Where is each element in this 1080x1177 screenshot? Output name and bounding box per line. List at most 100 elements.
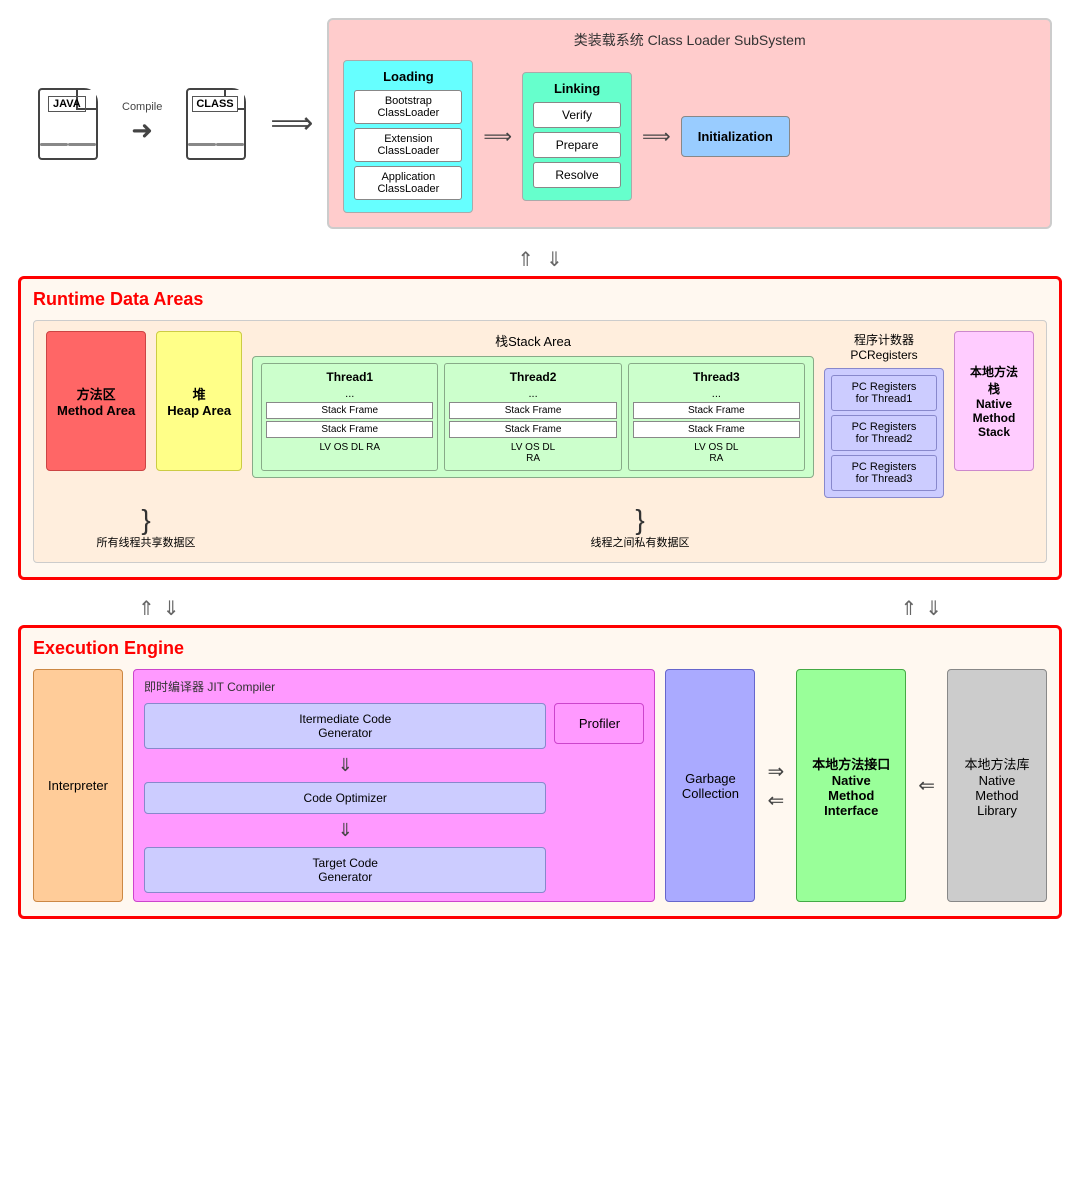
thread2-name: Thread2	[449, 370, 616, 384]
cdot2	[216, 143, 244, 146]
class-loader-title: 类装载系统 Class Loader SubSystem	[343, 30, 1036, 50]
top-section: JAVA Compile ➜ CLASS	[18, 18, 1062, 229]
native-method-stack-box: 本地方法栈NativeMethodStack	[954, 331, 1034, 471]
connector-up: ⇑ ⇓	[18, 247, 1062, 272]
application-classloader: ApplicationClassLoader	[354, 166, 462, 200]
native-library-box: 本地方法库NativeMethodLibrary	[947, 669, 1047, 902]
jit-inner: Itermediate CodeGenerator ⇓ Code Optimiz…	[144, 703, 644, 893]
native-library-arrow: ⇐	[916, 669, 937, 902]
verify-item: Verify	[533, 102, 621, 128]
right-arrow-gc: ⇒	[767, 759, 784, 784]
cdot1	[188, 143, 216, 146]
thread2-dots: ...	[449, 388, 616, 400]
thread2-lv: LV OS DLRA	[449, 442, 616, 464]
down-arrow1: ⇓	[546, 247, 563, 272]
prepare-item: Prepare	[533, 132, 621, 158]
native-library-label: 本地方法库NativeMethodLibrary	[964, 754, 1029, 818]
pc-thread3: PC Registersfor Thread3	[831, 455, 937, 491]
gc-native-arrows: ⇒ ⇐	[765, 669, 786, 902]
java-file-dots	[40, 143, 68, 146]
shared-brace-symbol: }	[46, 506, 246, 534]
class-loader-subsystem: 类装载系统 Class Loader SubSystem Loading Boo…	[327, 18, 1052, 229]
thread1-lv: LV OS DL RA	[266, 442, 433, 453]
down-arrow3: ⇓	[925, 596, 942, 621]
stack-section: 栈Stack Area Thread1 ... Stack Frame Stac…	[252, 331, 814, 478]
profiler-box: Profiler	[554, 703, 644, 744]
thread2-sf2: Stack Frame	[449, 421, 616, 438]
main-container: JAVA Compile ➜ CLASS	[0, 0, 1080, 937]
left-arrow-lib: ⇐	[918, 773, 935, 798]
pc-thread1: PC Registersfor Thread1	[831, 375, 937, 411]
dot2	[68, 143, 96, 146]
dot1	[40, 143, 68, 146]
resolve-item: Resolve	[533, 162, 621, 188]
class-file-shape: CLASS	[186, 88, 246, 160]
pc-thread2: PC Registersfor Thread2	[831, 415, 937, 451]
loading-box: Loading BootstrapClassLoader ExtensionCl…	[343, 60, 473, 213]
pc-registers-section: 程序计数器PCRegisters PC Registersfor Thread1…	[824, 331, 944, 498]
interpreter-box: Interpreter	[33, 669, 123, 902]
jit-step1: Itermediate CodeGenerator	[144, 703, 546, 749]
jit-arrow2: ⇓	[144, 820, 546, 841]
loading-title: Loading	[354, 69, 462, 84]
heap-area-label: 堆Heap Area	[167, 384, 231, 418]
thread3-dots: ...	[633, 388, 800, 400]
thread2-box: Thread2 ... Stack Frame Stack Frame LV O…	[444, 363, 621, 471]
extension-classloader: ExtensionClassLoader	[354, 128, 462, 162]
execution-title: Execution Engine	[33, 638, 1047, 659]
java-file-shape: JAVA	[38, 88, 98, 160]
java-file-dots2	[68, 143, 96, 146]
class-loader-inner: Loading BootstrapClassLoader ExtensionCl…	[343, 60, 1036, 213]
thread2-sf1: Stack Frame	[449, 402, 616, 419]
class-label: CLASS	[192, 96, 237, 112]
class-file-dots	[188, 143, 216, 146]
thread1-sf2: Stack Frame	[266, 421, 433, 438]
jit-step2: Code Optimizer	[144, 782, 546, 814]
method-area-box: 方法区Method Area	[46, 331, 146, 471]
thread1-name: Thread1	[266, 370, 433, 384]
compile-label: Compile	[122, 101, 162, 113]
class-file-dots2	[216, 143, 244, 146]
execution-engine: Execution Engine Interpreter 即时编译器 JIT C…	[18, 625, 1062, 919]
runtime-data-areas: Runtime Data Areas 方法区Method Area 堆Heap …	[18, 276, 1062, 580]
up-arrow3: ⇑	[900, 596, 917, 621]
thread1-box: Thread1 ... Stack Frame Stack Frame LV O…	[261, 363, 438, 471]
interpreter-label: Interpreter	[48, 778, 108, 793]
native-interface-box: 本地方法接口NativeMethodInterface	[796, 669, 906, 902]
thread1-dots: ...	[266, 388, 433, 400]
initialization-box: Initialization	[681, 116, 790, 157]
middle-connector: ⇑ ⇓ ⇑ ⇓	[18, 596, 1062, 621]
jit-steps: Itermediate CodeGenerator ⇓ Code Optimiz…	[144, 703, 546, 893]
stack-area-title: 栈Stack Area	[252, 331, 814, 350]
heap-area-box: 堆Heap Area	[156, 331, 242, 471]
garbage-collection-label: GarbageCollection	[682, 771, 739, 801]
initialization-label: Initialization	[698, 129, 773, 144]
threads-row: Thread1 ... Stack Frame Stack Frame LV O…	[252, 356, 814, 478]
up-arrow1: ⇑	[517, 247, 534, 272]
native-method-stack-label: 本地方法栈NativeMethodStack	[970, 363, 1018, 439]
loading-to-linking-arrow: ⟹	[483, 124, 512, 149]
native-interface-label: 本地方法接口NativeMethodInterface	[812, 754, 890, 818]
jit-step3: Target CodeGenerator	[144, 847, 546, 893]
thread3-box: Thread3 ... Stack Frame Stack Frame LV O…	[628, 363, 805, 471]
right-connector-arrows: ⇑ ⇓	[900, 596, 942, 621]
brace-row: } 所有线程共享数据区 } 线程之间私有数据区	[46, 506, 1034, 550]
up-arrow2: ⇑	[138, 596, 155, 621]
left-connector-arrows: ⇑ ⇓	[138, 596, 180, 621]
class-file-icon: CLASS	[176, 88, 256, 160]
jit-arrow1: ⇓	[144, 755, 546, 776]
bootstrap-classloader: BootstrapClassLoader	[354, 90, 462, 124]
private-brace: } 线程之间私有数据区	[246, 506, 1034, 550]
compile-arrow: Compile ➜	[122, 101, 162, 146]
jit-section: 即时编译器 JIT Compiler Itermediate CodeGener…	[133, 669, 655, 902]
thread3-lv: LV OS DLRA	[633, 442, 800, 464]
garbage-collection-box: GarbageCollection	[665, 669, 755, 902]
thread3-name: Thread3	[633, 370, 800, 384]
method-area-label: 方法区Method Area	[57, 384, 135, 418]
profiler-label: Profiler	[579, 716, 620, 731]
shared-brace: } 所有线程共享数据区	[46, 506, 246, 550]
runtime-areas-row: 方法区Method Area 堆Heap Area 栈Stack Area Th…	[46, 331, 1034, 498]
runtime-inner: 方法区Method Area 堆Heap Area 栈Stack Area Th…	[33, 320, 1047, 563]
thread3-sf1: Stack Frame	[633, 402, 800, 419]
private-brace-symbol: }	[246, 506, 1034, 534]
